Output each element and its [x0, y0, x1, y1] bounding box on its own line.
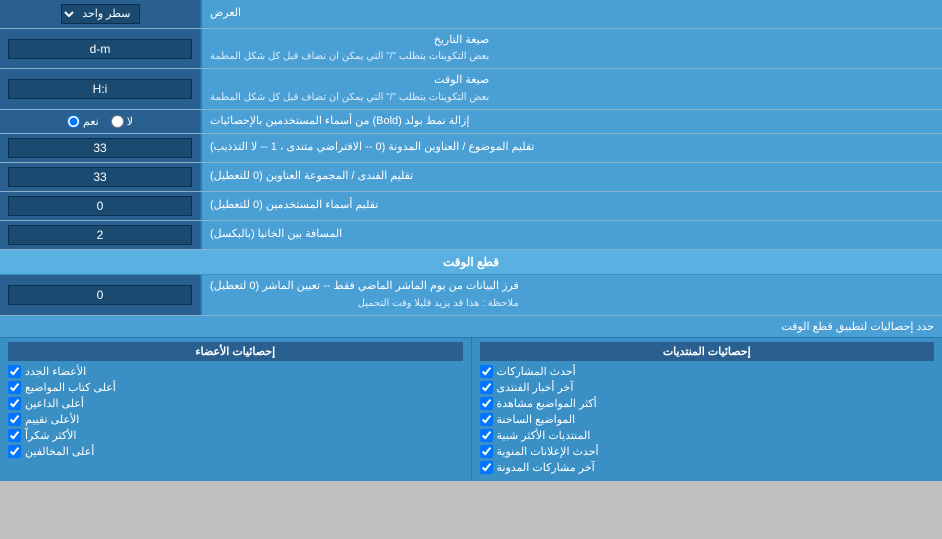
cb-hot-topics-label: المواضيع الساخنة	[497, 413, 576, 426]
cb-blog-posts-label: آخر مشاركات المدونة	[497, 461, 595, 474]
cb-top-writers-label: أعلى كتاب المواضيع	[25, 381, 116, 394]
limit-stats-label: حدد إحصاليات لتطبيق قطع الوقت	[8, 320, 934, 333]
time-format-label: صيغة الوقت بعض التكوينات يتطلب "/" التي …	[200, 69, 942, 108]
cb-most-thanks-input[interactable]	[8, 429, 21, 442]
cb-most-viewed-label: أكثر المواضيع مشاهدة	[497, 397, 597, 410]
date-format-input-wrap	[0, 29, 200, 68]
bold-remove-label: إزالة نمط بولد (Bold) من أسماء المستخدمي…	[200, 110, 942, 133]
cb-item-6: أحدث الإعلانات المنوية	[480, 445, 935, 458]
realtime-data-input[interactable]	[8, 285, 192, 305]
radio-yes[interactable]	[67, 115, 80, 128]
user-names-input-wrap	[0, 192, 200, 220]
forum-group-input[interactable]	[8, 167, 192, 187]
date-format-row: صيغة التاريخ بعض التكوينات يتطلب "/" الت…	[0, 29, 942, 69]
display-label: العرض	[200, 0, 942, 28]
cb-top-violators-label: أعلى المخالفين	[25, 445, 94, 458]
cb-item-4: المواضيع الساخنة	[480, 413, 935, 426]
cb-item-1: أحدث المشاركات	[480, 365, 935, 378]
checkboxes-section: إحصائيات المنتديات أحدث المشاركات آخر أخ…	[0, 338, 942, 481]
cb-latest-ads-label: أحدث الإعلانات المنوية	[497, 445, 599, 458]
cb-most-similar[interactable]	[480, 429, 493, 442]
col-forums: إحصائيات المنتديات أحدث المشاركات آخر أخ…	[471, 338, 942, 481]
spacing-row: المسافة بين الخانيا (بالبكسل)	[0, 221, 942, 250]
time-format-input-wrap	[0, 69, 200, 108]
radio-no-label: لا	[111, 115, 133, 128]
forum-topics-input-wrap	[0, 134, 200, 162]
realtime-data-row: فرز البيانات من يوم الماشر الماضي فقط --…	[0, 275, 942, 315]
cb-latest-ads[interactable]	[480, 445, 493, 458]
cb-forum-news[interactable]	[480, 381, 493, 394]
date-format-input[interactable]	[8, 39, 192, 59]
date-format-label: صيغة التاريخ بعض التكوينات يتطلب "/" الت…	[200, 29, 942, 68]
radio-yes-label: نعم	[67, 115, 99, 128]
cb-item-5: المنتديات الأكثر شبية	[480, 429, 935, 442]
user-names-label: تقليم أسماء المستخدمين (0 للتعطيل)	[200, 192, 942, 220]
cb-latest-posts-label: أحدث المشاركات	[497, 365, 576, 378]
single-line-row: العرض سطر واحد	[0, 0, 942, 29]
cb-forum-news-label: آخر أخبار الفنتدى	[497, 381, 574, 394]
cb-latest-posts[interactable]	[480, 365, 493, 378]
user-names-input[interactable]	[8, 196, 192, 216]
cb-hot-topics[interactable]	[480, 413, 493, 426]
cb-most-thanks: الأكثر شكراً	[8, 429, 463, 442]
cb-item-3: أكثر المواضيع مشاهدة	[480, 397, 935, 410]
forum-topics-label: تقليم الموضوع / العناوين المدونة (0 -- ا…	[200, 134, 942, 162]
main-container: العرض سطر واحد صيغة التاريخ بعض التكوينا…	[0, 0, 942, 481]
realtime-data-label: فرز البيانات من يوم الماشر الماضي فقط --…	[200, 275, 942, 314]
cb-most-thanks-label: الأكثر شكراً	[25, 429, 76, 442]
spacing-input[interactable]	[8, 225, 192, 245]
bold-remove-row: إزالة نمط بولد (Bold) من أسماء المستخدمي…	[0, 110, 942, 134]
forum-topics-row: تقليم الموضوع / العناوين المدونة (0 -- ا…	[0, 134, 942, 163]
radio-no[interactable]	[111, 115, 124, 128]
realtime-section-header: قطع الوقت	[0, 250, 942, 275]
spacing-label: المسافة بين الخانيا (بالبكسل)	[200, 221, 942, 249]
cb-blog-posts[interactable]	[480, 461, 493, 474]
cb-top-inviters: أعلى الداعين	[8, 397, 463, 410]
cb-top-violators: أعلى المخالفين	[8, 445, 463, 458]
col-members: إحصائيات الأعضاء الأعضاء الجدد أعلى كتاب…	[0, 338, 471, 481]
cb-new-members-label: الأعضاء الجدد	[25, 365, 86, 378]
cb-top-inviters-input[interactable]	[8, 397, 21, 410]
cb-top-rated: الأعلى تقييم	[8, 413, 463, 426]
cb-most-similar-label: المنتديات الأكثر شبية	[497, 429, 591, 442]
user-names-row: تقليم أسماء المستخدمين (0 للتعطيل)	[0, 192, 942, 221]
cb-new-members-input[interactable]	[8, 365, 21, 378]
title-text: العرض	[210, 6, 241, 21]
limit-stats-row: حدد إحصاليات لتطبيق قطع الوقت	[0, 316, 942, 338]
col-members-title: إحصائيات الأعضاء	[8, 342, 463, 361]
cb-item-2: آخر أخبار الفنتدى	[480, 381, 935, 394]
bold-remove-options: نعم لا	[0, 110, 200, 133]
cb-top-rated-label: الأعلى تقييم	[25, 413, 79, 426]
col-forums-title: إحصائيات المنتديات	[480, 342, 935, 361]
forum-group-label: تقليم الفندى / المجموعة العناوين (0 للتع…	[200, 163, 942, 191]
time-format-row: صيغة الوقت بعض التكوينات يتطلب "/" التي …	[0, 69, 942, 109]
forum-topics-input[interactable]	[8, 138, 192, 158]
cb-top-rated-input[interactable]	[8, 413, 21, 426]
spacing-input-wrap	[0, 221, 200, 249]
time-format-input[interactable]	[8, 79, 192, 99]
cb-item-7: آخر مشاركات المدونة	[480, 461, 935, 474]
cb-top-inviters-label: أعلى الداعين	[25, 397, 84, 410]
realtime-data-input-wrap	[0, 275, 200, 314]
cb-most-viewed[interactable]	[480, 397, 493, 410]
cb-top-writers-input[interactable]	[8, 381, 21, 394]
single-line-select[interactable]: سطر واحد	[61, 4, 140, 24]
forum-group-input-wrap	[0, 163, 200, 191]
single-line-input: سطر واحد	[0, 0, 200, 28]
cb-top-writers: أعلى كتاب المواضيع	[8, 381, 463, 394]
cb-top-violators-input[interactable]	[8, 445, 21, 458]
cb-new-members: الأعضاء الجدد	[8, 365, 463, 378]
forum-group-row: تقليم الفندى / المجموعة العناوين (0 للتع…	[0, 163, 942, 192]
